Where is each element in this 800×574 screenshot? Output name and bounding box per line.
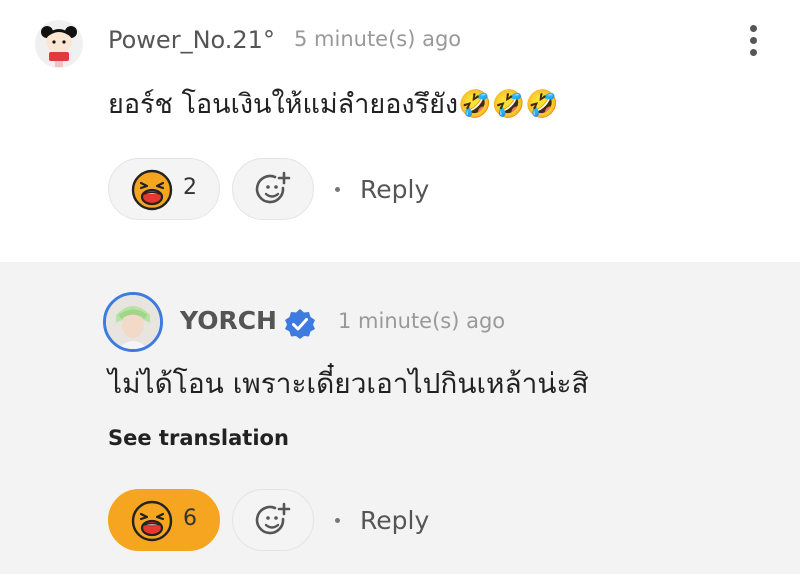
comment-card: Power_No.21° 5 minute(s) ago ยอร์ช โอนเง… [0, 0, 800, 262]
reply-text: ไม่ได้โอน เพราะเดี๋ยวเอาไปกินเหล้าน่ะสิ [108, 367, 589, 400]
comment-username[interactable]: Power_No.21° [108, 26, 275, 54]
add-reaction-button[interactable] [232, 158, 314, 220]
add-reaction-button[interactable] [232, 489, 314, 551]
reaction-count: 2 [183, 175, 197, 200]
add-emoji-icon [255, 171, 291, 204]
comment-timestamp: 5 minute(s) ago [294, 27, 462, 51]
laughing-face-icon [131, 500, 173, 542]
comment-text: ยอร์ช โอนเงินให้แม่ลำยองรึยัง🤣🤣🤣 [108, 89, 559, 120]
reaction-button[interactable]: 6 [108, 489, 220, 551]
reaction-count: 6 [183, 506, 197, 531]
reply-button[interactable]: Reply [360, 506, 429, 535]
more-vertical-icon[interactable] [746, 25, 760, 65]
verified-badge-icon [285, 309, 315, 339]
avatar[interactable] [103, 292, 163, 352]
separator-dot [335, 518, 340, 523]
avatar-image [106, 295, 160, 349]
reply-timestamp: 1 minute(s) ago [338, 309, 506, 333]
see-translation-link[interactable]: See translation [108, 426, 289, 450]
laughing-face-icon [131, 169, 173, 211]
reaction-button[interactable]: 2 [108, 158, 220, 220]
reply-button[interactable]: Reply [360, 175, 429, 204]
add-emoji-icon [255, 502, 291, 535]
reply-username[interactable]: YORCH [180, 306, 277, 335]
separator-dot [335, 187, 340, 192]
avatar-image [35, 20, 83, 68]
avatar[interactable] [35, 20, 83, 68]
